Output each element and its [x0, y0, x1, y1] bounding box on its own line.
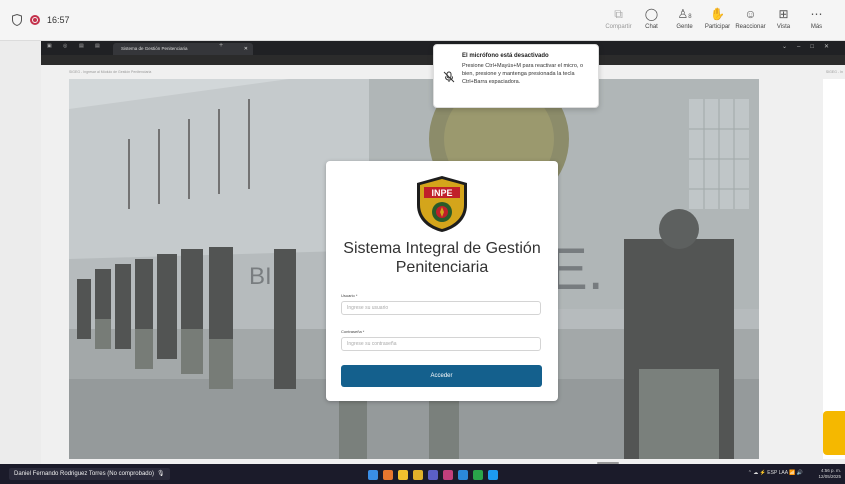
tab-group-icon[interactable]: ▤ [79, 43, 84, 49]
mic-status-icon: 🎙 [156, 471, 165, 477]
grid-view-icon: ⊞ [778, 7, 789, 21]
toast-title: El micrófono está desactivado [462, 53, 549, 59]
logo-text: INPE [431, 188, 452, 198]
raise-hand-label: Participar [704, 24, 731, 30]
teams-app-icon[interactable] [428, 470, 438, 480]
side-widget-tab[interactable] [823, 411, 845, 455]
send-app-icon[interactable] [488, 470, 498, 480]
login-card: INPE Sistema Integral de Gestión Peniten… [326, 161, 558, 401]
page-breadcrumb-right: SIGEG - In [825, 70, 843, 74]
people-button[interactable]: ♙8 Gente [668, 6, 701, 30]
taskbar-clock[interactable]: 4:56 p. m. 12/05/2025 [818, 468, 841, 480]
spotify-app-icon[interactable] [473, 470, 483, 480]
tab-group-icon-2[interactable]: ▤ [95, 43, 100, 49]
chat-label: Chat [645, 24, 658, 30]
react-label: Reaccionar [735, 24, 766, 30]
profile-icon[interactable]: ◎ [63, 43, 67, 49]
meeting-toolbar: 16:57 ⧉ Compartir ◯ Chat ♙8 Gente ✋ Particip… [0, 0, 845, 41]
clock-date: 12/05/2025 [818, 474, 841, 479]
presenter-name-tag: Daniel Fernando Rodriguez Torres (No com… [9, 468, 170, 480]
new-tab-icon[interactable]: + [219, 42, 223, 49]
system-title: Sistema Integral de Gestión Penitenciari… [343, 240, 541, 276]
start-icon[interactable] [368, 470, 378, 480]
username-label: Usuario * [341, 293, 358, 298]
tab-title: Sistema de Gestión Penitenciaria [121, 46, 188, 51]
password-input[interactable]: Ingrese su contraseña [341, 337, 541, 351]
share-screen-icon: ⧉ [614, 7, 623, 21]
tab-active[interactable]: Sistema de Gestión Penitenciaria ✕ [113, 43, 253, 55]
edge-app-icon[interactable] [458, 470, 468, 480]
language-indicator: ESP LAA [767, 470, 788, 476]
smile-icon: ☺ [744, 7, 757, 21]
more-icon: ⋯ [810, 7, 823, 21]
window-controls[interactable]: ⌄–□✕ [782, 43, 839, 50]
media-app-icon[interactable] [443, 470, 453, 480]
taskbar-apps [368, 470, 498, 480]
shield-icon[interactable] [12, 14, 22, 26]
share-label: Compartir [605, 24, 632, 30]
chat-icon: ◯ [644, 7, 659, 21]
username-input[interactable]: Ingrese su usuario [341, 301, 541, 315]
presenter-name: Daniel Fernando Rodriguez Torres (No com… [14, 471, 154, 477]
view-label: Vista [776, 24, 791, 30]
files-app-icon[interactable] [398, 470, 408, 480]
browser-menu-icon[interactable]: ▣ [47, 43, 52, 49]
inpe-logo: INPE [417, 176, 467, 232]
share-button[interactable]: ⧉ Compartir [602, 6, 635, 30]
meeting-time: 16:57 [47, 15, 70, 25]
recording-icon [30, 15, 40, 25]
raise-hand-button[interactable]: ✋ Participar [701, 6, 734, 30]
login-button[interactable]: Acceder [341, 365, 542, 387]
more-label: Más [810, 24, 823, 30]
background-photo: E. BI INPE Sistema Integral de Gestión P… [69, 79, 759, 459]
system-tray[interactable]: ⌃ ☁ ⚡ ESP LAA 📶 🔊 [748, 470, 803, 476]
meeting-tools: ⧉ Compartir ◯ Chat ♙8 Gente ✋ Participar ☺ Re… [602, 6, 833, 30]
toast-body: Presione Ctrl+Mayús+M para reactivar el … [462, 63, 584, 85]
right-side-panel [823, 79, 845, 459]
raise-hand-icon: ✋ [710, 7, 725, 21]
password-label: Contraseña * [341, 329, 365, 334]
more-button[interactable]: ⋯ Más [800, 6, 833, 30]
page-breadcrumb: SIGEG - Ingresar al Módulo de Gestión Pe… [69, 70, 152, 74]
chat-button[interactable]: ◯ Chat [635, 6, 668, 30]
mic-off-icon [443, 71, 455, 83]
web-page: SIGEG - Ingresar al Módulo de Gestión Pe… [41, 65, 845, 464]
react-button[interactable]: ☺ Reaccionar [734, 6, 767, 30]
folder-app-icon[interactable] [413, 470, 423, 480]
view-button[interactable]: ⊞ Vista [767, 6, 800, 30]
close-tab-icon[interactable]: ✕ [244, 43, 248, 55]
people-icon: ♙8 [677, 7, 692, 21]
people-label: Gente [676, 24, 693, 30]
people-count: 8 [688, 14, 692, 20]
browser-app-icon[interactable] [383, 470, 393, 480]
mic-muted-notification: El micrófono está desactivado Presione C… [433, 44, 599, 108]
